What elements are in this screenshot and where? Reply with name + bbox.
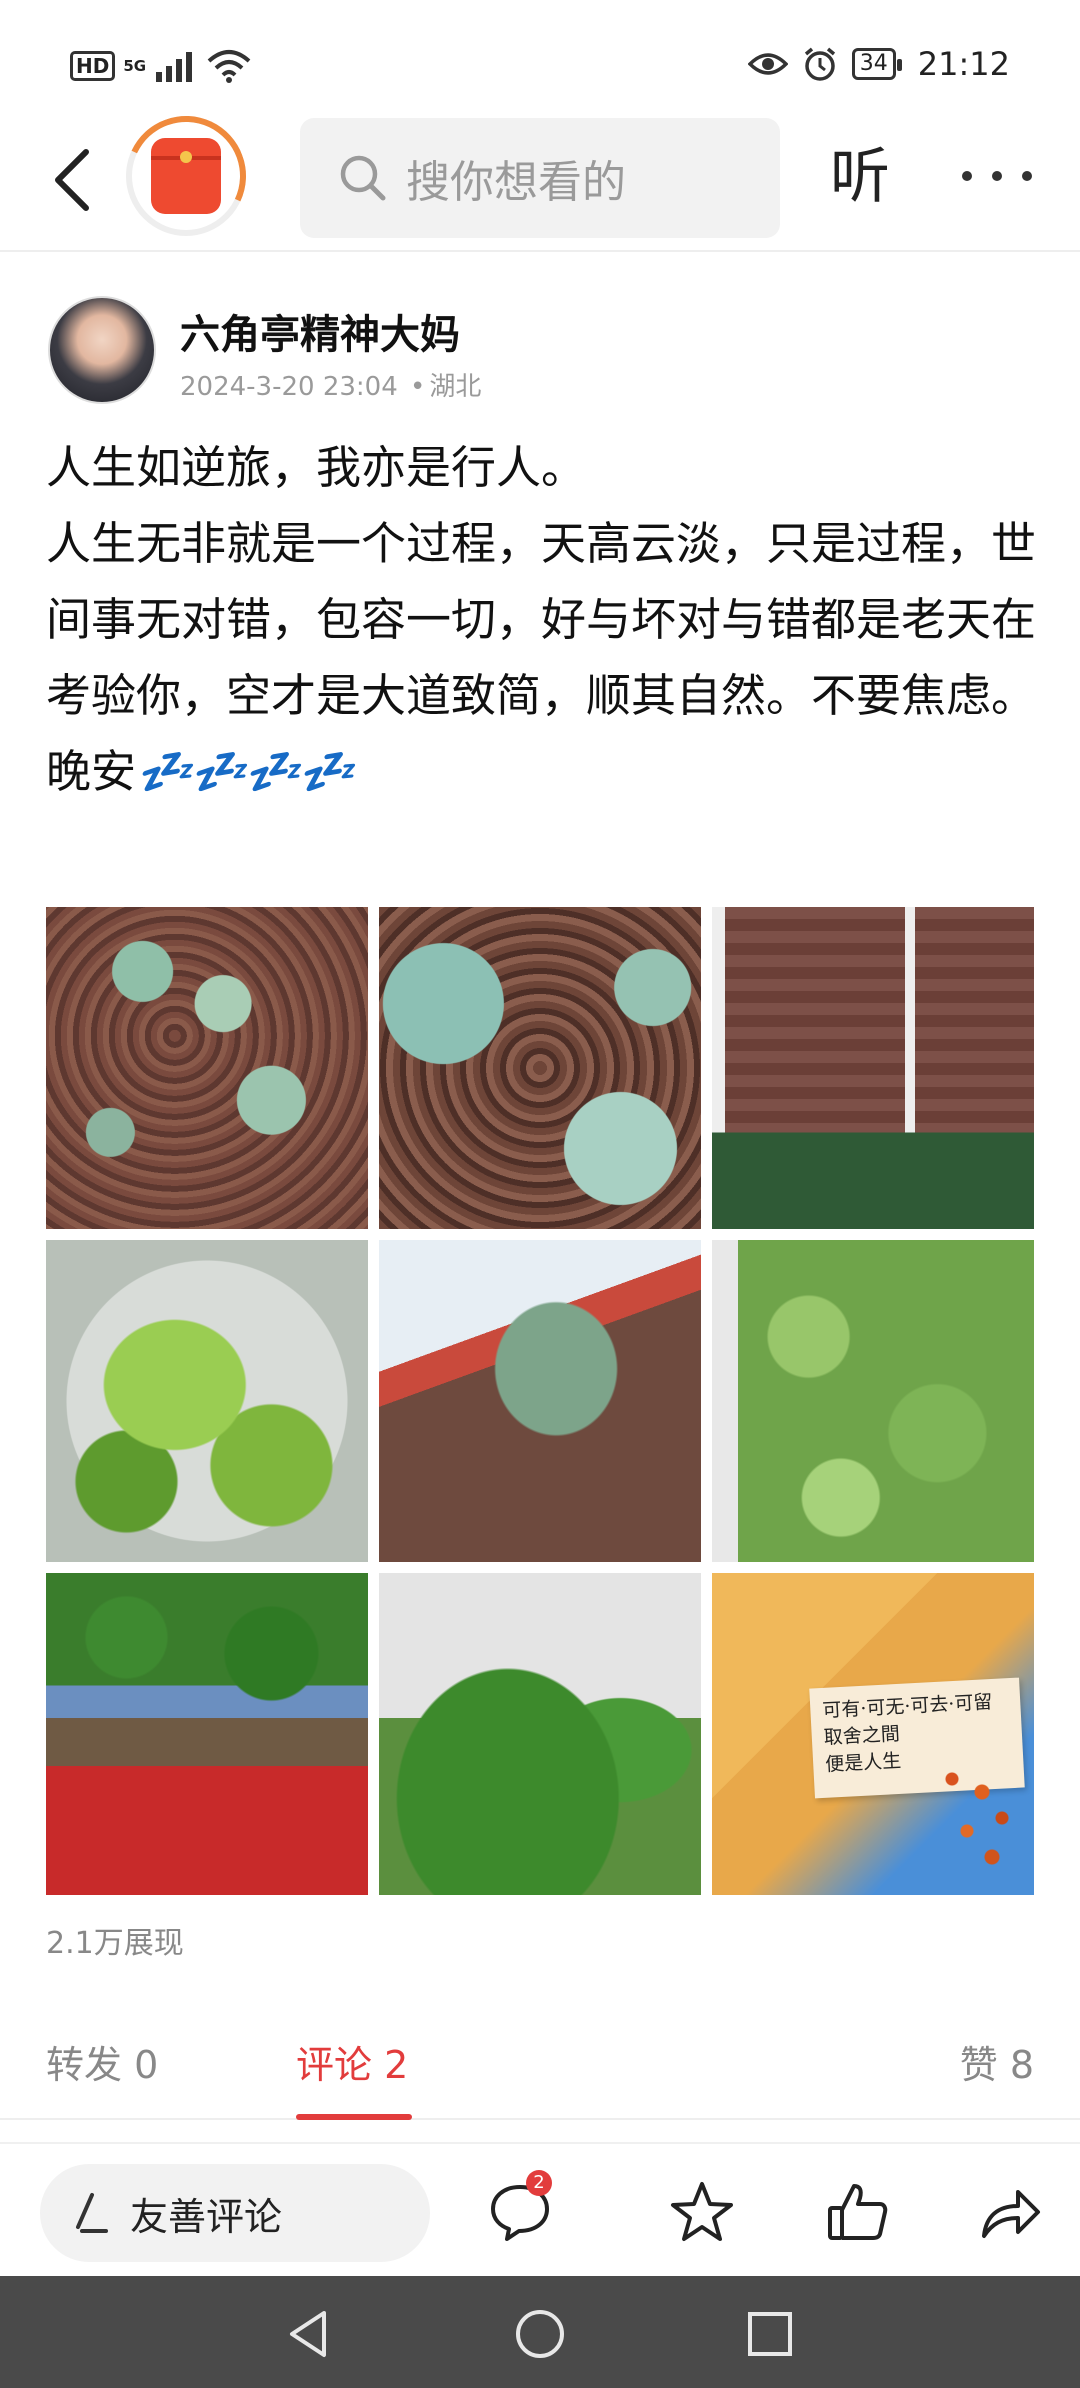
search-icon — [340, 155, 386, 201]
back-button[interactable] — [42, 144, 102, 216]
photo-succulents-closeup[interactable] — [379, 907, 701, 1229]
photo-fern[interactable] — [379, 1573, 701, 1895]
red-envelope-icon — [151, 138, 221, 214]
meta-separator: • — [410, 372, 426, 402]
view-count: 2.1万展现 — [46, 1926, 184, 1961]
tab-comments-count: 2 — [384, 2043, 409, 2087]
goodnight-text: 晚安 — [46, 745, 137, 798]
like-button[interactable] — [818, 2172, 898, 2252]
signal-icon — [156, 52, 193, 82]
pen-icon — [76, 2193, 108, 2233]
tab-likes-label: 赞 — [959, 2043, 998, 2087]
comment-input[interactable]: 友善评论 — [40, 2164, 430, 2262]
post-timestamp: 2024-3-20 23:04 — [180, 372, 398, 402]
eye-icon — [747, 53, 788, 75]
author-name[interactable]: 六角亭精神大妈 — [180, 302, 460, 360]
tab-comments[interactable]: 评论 2 — [296, 2034, 408, 2089]
photo-pennywort-pots[interactable] — [46, 1573, 368, 1895]
post-location: 湖北 — [429, 372, 482, 402]
star-icon — [671, 2182, 733, 2241]
photo-variegated-plant[interactable] — [379, 1240, 701, 1562]
more-options-button[interactable] — [962, 156, 1032, 196]
battery-icon: 34 — [851, 48, 902, 80]
tab-forward[interactable]: 转发 0 — [46, 2034, 158, 2089]
alarm-icon — [804, 47, 835, 81]
bottom-action-bar: 友善评论 2 — [0, 2142, 1080, 2276]
top-nav: 搜你想看的 听 — [0, 99, 1080, 253]
red-envelope-button[interactable] — [109, 99, 263, 253]
network-type: 5G — [123, 57, 147, 75]
back-arrow-icon — [55, 149, 89, 211]
photo-succulents-tray[interactable] — [46, 907, 368, 1229]
tab-likes-count: 8 — [1009, 2043, 1034, 2087]
more-dot-icon — [992, 171, 1002, 181]
photo-green-groundcover[interactable] — [712, 1240, 1034, 1562]
triangle-back-icon — [290, 2311, 326, 2357]
zzz-emoji: 💤💤💤💤 — [136, 745, 354, 798]
share-button[interactable] — [970, 2172, 1050, 2252]
photo-water-lettuce[interactable] — [46, 1240, 368, 1562]
system-nav-bar — [0, 2276, 1080, 2388]
thumbs-up-icon — [828, 2184, 888, 2240]
system-back-button[interactable] — [278, 2304, 338, 2364]
system-recents-button[interactable] — [740, 2304, 800, 2364]
status-bar: HD 5G 34 21:12 — [0, 0, 1080, 120]
circle-home-icon — [516, 2310, 564, 2358]
active-tab-indicator — [296, 2114, 412, 2120]
post-line: 人生无非就是一个过程，天高云淡，只是过程，世间事无对错，包容一切，好与坏对与错都… — [46, 517, 1037, 722]
tab-forward-count: 0 — [134, 2043, 159, 2087]
post-body: 人生如逆旅，我亦是行人。 人生无非就是一个过程，天高云淡，只是过程，世间事无对错… — [46, 430, 1036, 810]
status-right: 34 21:12 — [747, 44, 1010, 84]
dried-flowers — [932, 1753, 1032, 1883]
search-placeholder: 搜你想看的 — [406, 157, 626, 208]
photo-grid: 可有·可无·可去·可留 取舍之間 便是人生 — [46, 907, 1034, 1895]
goodnight-line: 晚安💤💤💤💤 — [46, 734, 1036, 810]
status-left: HD 5G — [70, 48, 252, 84]
wifi-icon — [207, 50, 251, 83]
search-input[interactable]: 搜你想看的 — [300, 118, 780, 238]
square-recents-icon — [748, 2312, 792, 2356]
system-home-button[interactable] — [510, 2304, 570, 2364]
photo-plant-shelf[interactable] — [712, 907, 1034, 1229]
hd-icon: HD — [70, 51, 116, 81]
tab-forward-label: 转发 — [46, 2043, 123, 2087]
interaction-tabs: 转发 0 评论 2 赞 8 — [0, 2024, 1080, 2120]
photo-quote-card[interactable]: 可有·可无·可去·可留 取舍之間 便是人生 — [712, 1573, 1034, 1895]
more-dot-icon — [962, 171, 972, 181]
clock: 21:12 — [917, 45, 1010, 83]
comment-placeholder: 友善评论 — [130, 2194, 283, 2239]
tab-comments-label: 评论 — [296, 2043, 373, 2087]
network-label: 5G — [123, 57, 147, 75]
post-line: 人生如逆旅，我亦是行人。 — [46, 441, 587, 494]
post-meta: 2024-3-20 23:04 • 湖北 — [180, 366, 481, 403]
listen-button[interactable]: 听 — [830, 142, 890, 212]
favorite-button[interactable] — [662, 2172, 742, 2252]
more-dot-icon — [1022, 171, 1032, 181]
comments-badge: 2 — [526, 2170, 552, 2196]
author-avatar[interactable] — [48, 296, 156, 404]
share-arrow-icon — [982, 2190, 1040, 2238]
tab-likes[interactable]: 赞 8 — [960, 2034, 1034, 2089]
comments-button[interactable]: 2 — [480, 2170, 560, 2252]
